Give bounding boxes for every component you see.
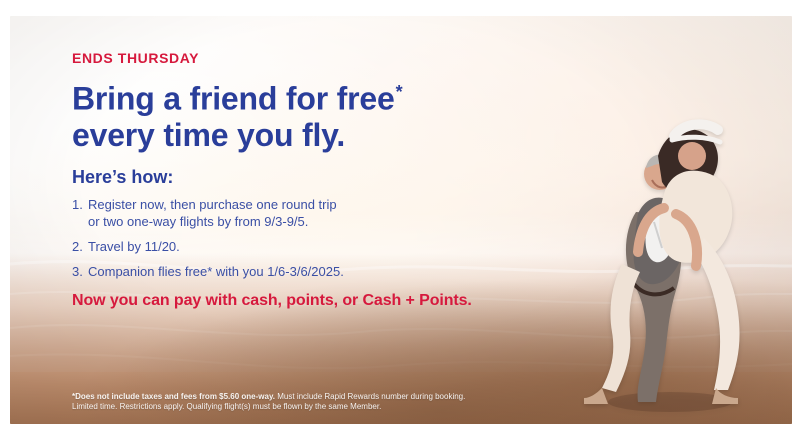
page: ENDS THURSDAY Bring a friend for free* e… xyxy=(0,0,802,426)
step-number-2: 2. xyxy=(72,238,83,254)
promo-banner[interactable]: ENDS THURSDAY Bring a friend for free* e… xyxy=(10,16,792,424)
step-text-2: Travel by 11/20. xyxy=(88,238,180,254)
step-item-2: 2. Travel by 11/20. xyxy=(72,238,542,255)
headline-line-2: every time you fly. xyxy=(72,116,346,153)
promo-headline: Bring a friend for free* every time you … xyxy=(72,74,542,153)
steps-list: 1. Register now, then purchase one round… xyxy=(72,196,542,280)
fine-print: *Does not include taxes and fees from $5… xyxy=(72,392,632,412)
promo-text-block: ENDS THURSDAY Bring a friend for free* e… xyxy=(72,50,542,310)
fine-print-line-2: Limited time. Restrictions apply. Qualif… xyxy=(72,402,382,411)
headline-asterisk: * xyxy=(395,82,403,102)
howto-heading: Here’s how: xyxy=(72,166,174,187)
step-number-3: 3. xyxy=(72,263,83,279)
step-text-1-line-1: Register now, then purchase one round tr… xyxy=(88,196,337,212)
fine-print-line-1-rest: Must include Rapid Rewards number during… xyxy=(275,392,466,401)
promo-kicker: ENDS THURSDAY xyxy=(72,50,200,66)
step-text-3: Companion flies free* with you 1/6-3/6/2… xyxy=(88,263,344,279)
headline-line-1: Bring a friend for free xyxy=(72,80,395,117)
couple-piggyback-icon xyxy=(584,119,740,412)
step-item-1: 1. Register now, then purchase one round… xyxy=(72,196,542,230)
step-number-1: 1. xyxy=(72,196,83,212)
fine-print-line-1-bold: *Does not include taxes and fees from $5… xyxy=(72,392,276,401)
step-text-1-line-2: or two one-way flights by from 9/3-9/5. xyxy=(88,213,309,229)
step-item-3: 3. Companion flies free* with you 1/6-3/… xyxy=(72,263,542,280)
payment-cta: Now you can pay with cash, points, or Ca… xyxy=(72,291,472,309)
